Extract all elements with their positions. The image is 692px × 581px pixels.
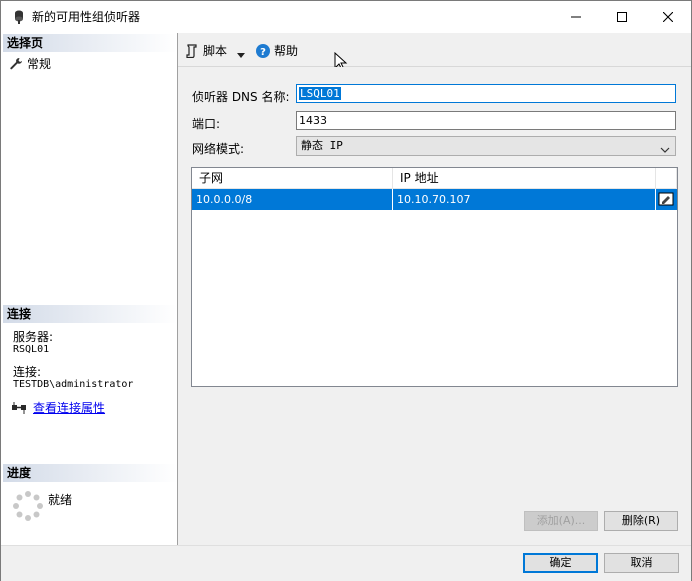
help-icon: ?	[256, 43, 270, 58]
server-value: RSQL01	[13, 344, 50, 355]
toolbar: 脚本 ? 帮助	[178, 33, 691, 71]
progress-spinner-icon	[12, 490, 44, 522]
remove-button[interactable]: 删除(R)	[604, 511, 678, 531]
title-bar: 新的可用性组侦听器	[1, 1, 691, 33]
view-connection-properties[interactable]: 查看连接属性	[11, 399, 105, 416]
script-icon	[185, 43, 199, 58]
edit-address-button[interactable]	[656, 189, 677, 210]
window-title: 新的可用性组侦听器	[32, 10, 141, 24]
cell-ip: 10.10.70.107	[393, 189, 656, 210]
port-value: 1433	[299, 114, 327, 127]
listener-icon	[11, 9, 27, 25]
network-mode-select[interactable]: 静态 IP	[296, 136, 676, 156]
page-item-label: 常规	[27, 57, 52, 71]
add-button[interactable]: 添加(A)...	[524, 511, 598, 531]
network-mode-value: 静态 IP	[301, 139, 343, 152]
dns-name-label: 侦听器 DNS 名称:	[192, 90, 290, 104]
server-label: 服务器:	[13, 330, 54, 344]
progress-header: 进度	[3, 464, 177, 482]
ok-button[interactable]: 确定	[523, 553, 598, 573]
connection-label: 连接:	[13, 365, 42, 379]
cell-subnet: 10.0.0.0/8	[192, 189, 393, 210]
column-header-edit	[656, 168, 677, 189]
select-page-header: 选择页	[3, 34, 177, 52]
help-button[interactable]: ? 帮助	[256, 42, 298, 59]
maximize-button[interactable]	[599, 1, 645, 33]
connection-header: 连接	[3, 305, 177, 323]
dns-name-value: LSQL01	[299, 87, 341, 100]
general-page-content: 侦听器 DNS 名称: LSQL01 端口: 1433 网络模式: 静态 IP …	[178, 67, 691, 545]
minimize-button[interactable]	[553, 1, 599, 33]
edit-icon	[658, 191, 674, 207]
plug-icon	[11, 401, 27, 415]
chevron-down-icon	[660, 142, 670, 153]
wrench-icon	[9, 57, 23, 71]
dialog-footer: 确定 取消	[1, 545, 691, 581]
column-header-ip[interactable]: IP 地址	[393, 168, 656, 189]
dns-name-input[interactable]: LSQL01	[296, 84, 676, 103]
cancel-button[interactable]: 取消	[604, 553, 679, 573]
port-label: 端口:	[192, 117, 221, 131]
port-input[interactable]: 1433	[296, 111, 676, 130]
column-header-subnet[interactable]: 子网	[192, 168, 393, 189]
table-row[interactable]: 10.0.0.0/8 10.10.70.107	[192, 189, 677, 210]
progress-status: 就绪	[48, 493, 73, 507]
subnet-ip-grid[interactable]: 子网 IP 地址 10.0.0.0/8 10.10.70.107	[191, 167, 678, 387]
left-panel: 选择页 常规 连接 服务器: RSQL01 连接: TESTDB\adminis…	[1, 33, 178, 545]
script-label: 脚本	[203, 44, 228, 58]
connection-value: TESTDB\administrator	[13, 379, 134, 390]
dialog-window: 新的可用性组侦听器 选择页 常规 连接 服务器: RSQL01 连接: TEST…	[0, 0, 692, 581]
close-button[interactable]	[645, 1, 691, 33]
network-mode-label: 网络模式:	[192, 142, 245, 156]
view-connection-link[interactable]: 查看连接属性	[33, 399, 105, 416]
help-label: 帮助	[274, 44, 299, 58]
page-item-general[interactable]: 常规	[9, 55, 51, 72]
svg-text:?: ?	[260, 47, 266, 58]
chevron-down-icon[interactable]	[237, 48, 246, 58]
script-button[interactable]: 脚本	[185, 42, 246, 59]
